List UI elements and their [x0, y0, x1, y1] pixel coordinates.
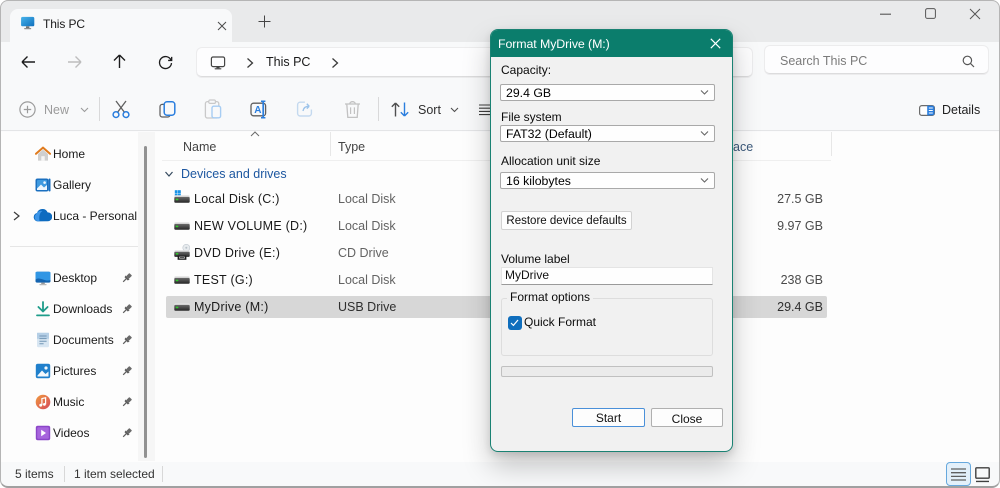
svg-text:A: A [254, 105, 261, 116]
